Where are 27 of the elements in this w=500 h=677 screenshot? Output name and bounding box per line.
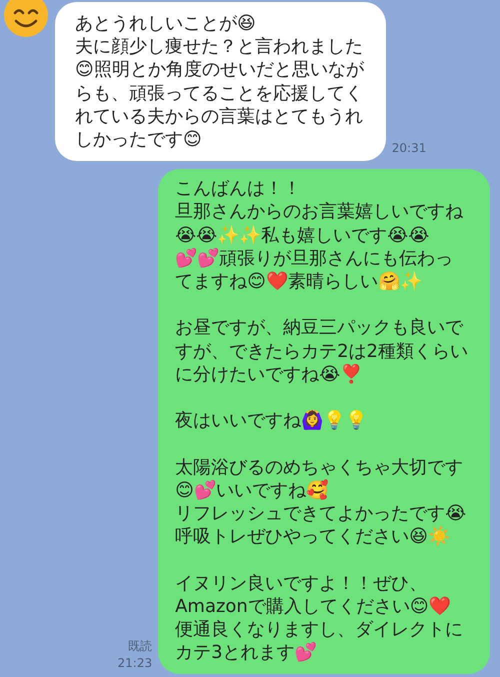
message-line: 太陽浴びるのめちゃくちゃ大切です [175, 456, 464, 479]
message-line: リフレッシュできてよかったです😭 [175, 502, 468, 526]
read-receipt: 既読 [128, 638, 152, 656]
message-line: らも、頑張ってることを応援してく [75, 82, 364, 105]
avatar-smiley-icon [3, 0, 49, 38]
message-line: 便通良くなりますし、ダイレクトに [175, 618, 464, 642]
message-time: 21:23 [118, 655, 152, 672]
message-line: 夫に顔少し痩せた？と言われました [75, 35, 364, 58]
message-line: 😭😭✨✨私も嬉しいです😭😭 [175, 224, 430, 247]
message-line: 旦那さんからのお言葉嬉しいですね [175, 200, 464, 224]
message-time: 20:31 [392, 140, 426, 158]
message-line: こんばんは！！ [175, 177, 302, 200]
message-line: 夜はいいですね🙆‍♀💡💡 [175, 409, 368, 432]
message-line: 😊照明とか角度のせいだと思いなが [75, 58, 364, 82]
message-line: Amazonで購入してください😊❤ [175, 594, 452, 618]
message-line: イヌリン良いですよ！！ぜひ、 [175, 572, 428, 595]
message-line: しかったです😊 [75, 128, 203, 152]
message-line: すが、できたらカテ2は2種類くらい [175, 340, 468, 363]
message-line: 呼吸トレぜひやってください😆☀ [175, 525, 451, 548]
message-line: てますね😊❤素晴らしい🤗✨ [175, 270, 423, 294]
message-line: 💕💕頑張りが旦那さんにも伝わっ [175, 246, 454, 270]
message-line: れている夫からの言葉はとてもうれ [75, 104, 364, 128]
message-line: に分けたいですね😭❣ [175, 362, 364, 386]
message-line: お昼ですが、納豆三パックも良いで [175, 316, 464, 340]
message-line: あとうれしいことが😆 [75, 12, 257, 36]
message-line: カテ3とれます💕 [175, 641, 318, 664]
message-line: 😊💕いいですね🥰 [175, 478, 329, 502]
